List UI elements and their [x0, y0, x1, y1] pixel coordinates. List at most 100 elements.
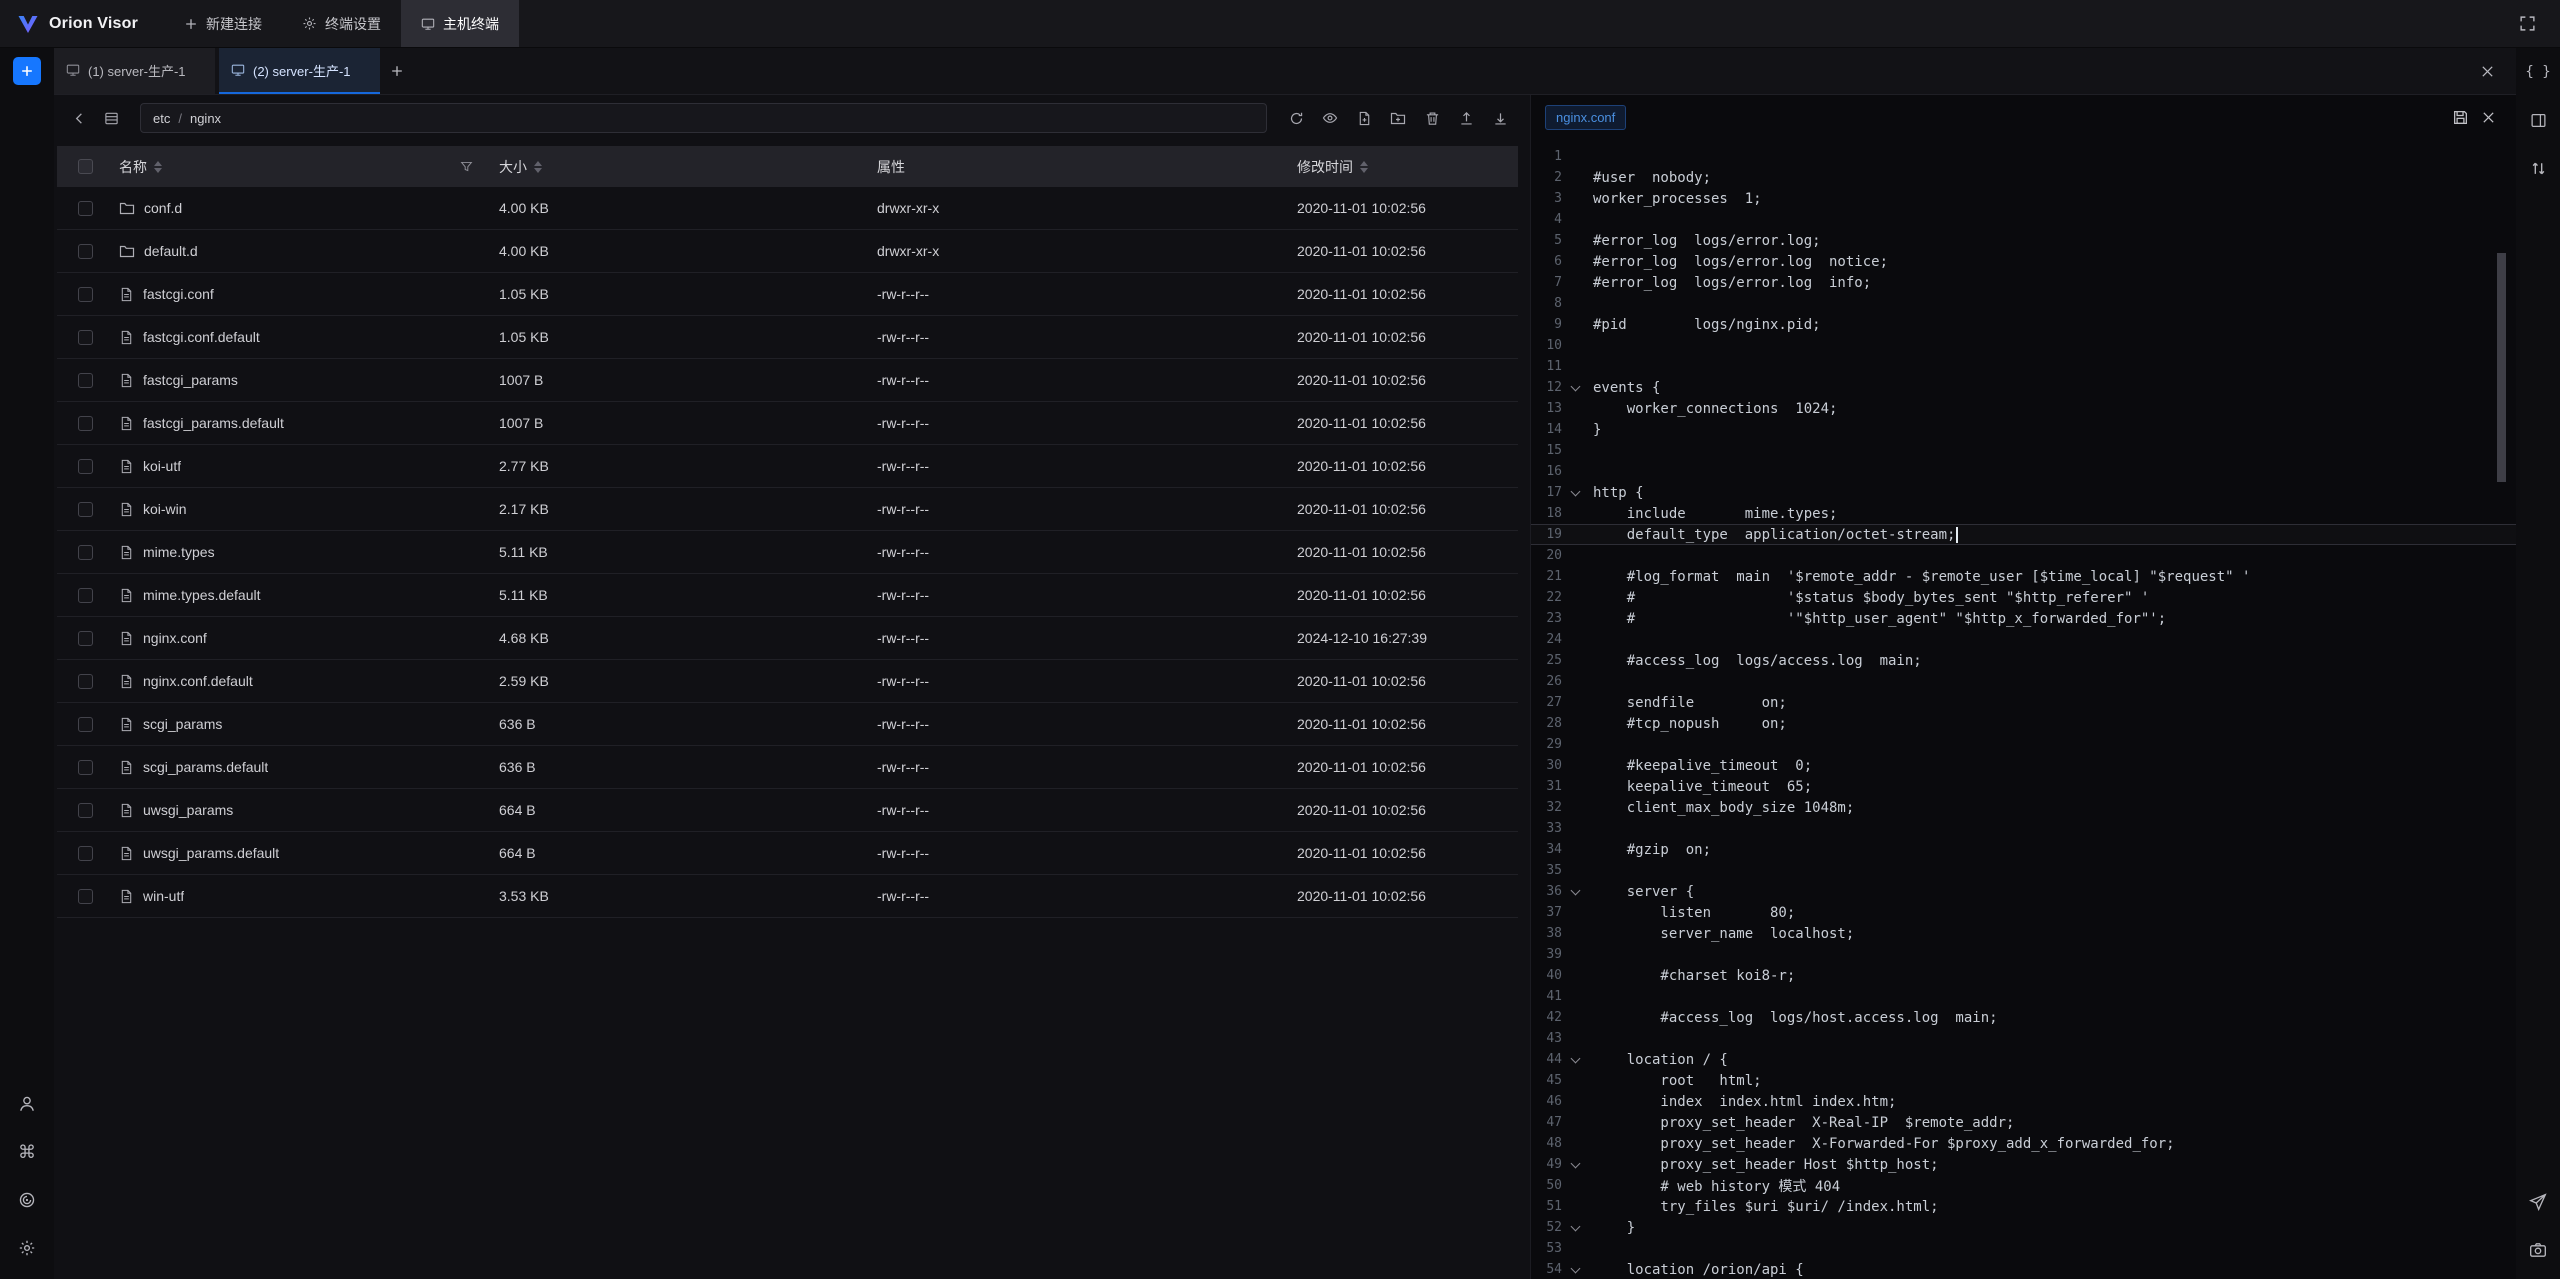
- fold-chevron-icon[interactable]: [1569, 381, 1583, 395]
- code-line[interactable]: 16: [1531, 461, 2516, 482]
- row-checkbox[interactable]: [78, 373, 93, 388]
- code-line[interactable]: 27 sendfile on;: [1531, 692, 2516, 713]
- download-icon[interactable]: [1487, 105, 1513, 131]
- file-name[interactable]: fastcgi_params: [143, 372, 238, 388]
- code-line[interactable]: 30 #keepalive_timeout 0;: [1531, 755, 2516, 776]
- row-checkbox[interactable]: [78, 674, 93, 689]
- nav-item-0[interactable]: 新建连接: [164, 0, 282, 47]
- code-line[interactable]: 14 }: [1531, 419, 2516, 440]
- row-checkbox[interactable]: [78, 889, 93, 904]
- code-line[interactable]: 19 default_type application/octet-stream…: [1531, 524, 2516, 545]
- file-name[interactable]: mime.types: [143, 544, 215, 560]
- file-name[interactable]: uwsgi_params.default: [143, 845, 279, 861]
- file-name[interactable]: koi-utf: [143, 458, 181, 474]
- upload-icon[interactable]: [1453, 105, 1479, 131]
- file-name[interactable]: conf.d: [144, 200, 182, 216]
- code-line[interactable]: 33: [1531, 818, 2516, 839]
- code-line[interactable]: 47 proxy_set_header X-Real-IP $remote_ad…: [1531, 1112, 2516, 1133]
- code-line[interactable]: 11: [1531, 356, 2516, 377]
- code-line[interactable]: 34 #gzip on;: [1531, 839, 2516, 860]
- back-icon[interactable]: [66, 105, 92, 131]
- file-name[interactable]: fastcgi.conf: [143, 286, 214, 302]
- panel-layout-icon[interactable]: [2521, 103, 2555, 137]
- circle-logo-icon[interactable]: [10, 1183, 44, 1217]
- column-size-label[interactable]: 大小: [499, 157, 527, 177]
- code-line[interactable]: 44 location / {: [1531, 1049, 2516, 1070]
- code-line[interactable]: 53: [1531, 1238, 2516, 1259]
- open-file-chip[interactable]: nginx.conf: [1545, 105, 1626, 130]
- file-table-row[interactable]: mime.types.default 5.11 KB -rw-r--r-- 20…: [57, 574, 1518, 617]
- file-table-row[interactable]: scgi_params.default 636 B -rw-r--r-- 202…: [57, 746, 1518, 789]
- row-checkbox[interactable]: [78, 416, 93, 431]
- code-line[interactable]: 5 #error_log logs/error.log;: [1531, 230, 2516, 251]
- code-line[interactable]: 25 #access_log logs/access.log main;: [1531, 650, 2516, 671]
- file-table-row[interactable]: nginx.conf 4.68 KB -rw-r--r-- 2024-12-10…: [57, 617, 1518, 660]
- code-line[interactable]: 38 server_name localhost;: [1531, 923, 2516, 944]
- select-all-checkbox[interactable]: [78, 159, 93, 174]
- code-line[interactable]: 46 index index.html index.htm;: [1531, 1091, 2516, 1112]
- show-hidden-eye-icon[interactable]: [1317, 105, 1343, 131]
- file-table-row[interactable]: win-utf 3.53 KB -rw-r--r-- 2020-11-01 10…: [57, 875, 1518, 918]
- sort-mtime-icon[interactable]: [1360, 161, 1368, 173]
- sort-size-icon[interactable]: [534, 161, 542, 173]
- fold-chevron-icon[interactable]: [1569, 1158, 1583, 1172]
- code-line[interactable]: 42 #access_log logs/host.access.log main…: [1531, 1007, 2516, 1028]
- column-mtime-label[interactable]: 修改时间: [1297, 157, 1353, 177]
- code-line[interactable]: 18 include mime.types;: [1531, 503, 2516, 524]
- row-checkbox[interactable]: [78, 502, 93, 517]
- code-line[interactable]: 40 #charset koi8-r;: [1531, 965, 2516, 986]
- close-editor-icon[interactable]: [2474, 104, 2502, 132]
- file-name[interactable]: fastcgi.conf.default: [143, 329, 260, 345]
- fold-chevron-icon[interactable]: [1569, 1263, 1583, 1277]
- code-line[interactable]: 41: [1531, 986, 2516, 1007]
- camera-icon[interactable]: [2521, 1233, 2555, 1267]
- add-tab-button[interactable]: [380, 48, 414, 94]
- row-checkbox[interactable]: [78, 545, 93, 560]
- file-name[interactable]: win-utf: [143, 888, 184, 904]
- code-line[interactable]: 8: [1531, 293, 2516, 314]
- code-line[interactable]: 24: [1531, 629, 2516, 650]
- code-line[interactable]: 20: [1531, 545, 2516, 566]
- new-folder-icon[interactable]: [1385, 105, 1411, 131]
- file-table-row[interactable]: conf.d 4.00 KB drwxr-xr-x 2020-11-01 10:…: [57, 187, 1518, 230]
- file-name[interactable]: uwsgi_params: [143, 802, 233, 818]
- code-line[interactable]: 36 server {: [1531, 881, 2516, 902]
- file-name[interactable]: scgi_params.default: [143, 759, 268, 775]
- refresh-icon[interactable]: [1283, 105, 1309, 131]
- code-line[interactable]: 50 # web history 模式 404: [1531, 1175, 2516, 1196]
- file-table-row[interactable]: uwsgi_params 664 B -rw-r--r-- 2020-11-01…: [57, 789, 1518, 832]
- file-table-row[interactable]: scgi_params 636 B -rw-r--r-- 2020-11-01 …: [57, 703, 1518, 746]
- code-line[interactable]: 2 #user nobody;: [1531, 167, 2516, 188]
- braces-icon[interactable]: { }: [2521, 55, 2555, 89]
- file-table-row[interactable]: nginx.conf.default 2.59 KB -rw-r--r-- 20…: [57, 660, 1518, 703]
- code-line[interactable]: 45 root html;: [1531, 1070, 2516, 1091]
- code-line[interactable]: 1: [1531, 146, 2516, 167]
- nav-item-2[interactable]: 主机终端: [401, 0, 519, 47]
- paper-plane-icon[interactable]: [2521, 1185, 2555, 1219]
- terminal-tab-0[interactable]: (1) server-生产-1: [54, 48, 215, 94]
- code-line[interactable]: 13 worker_connections 1024;: [1531, 398, 2516, 419]
- code-line[interactable]: 35: [1531, 860, 2516, 881]
- row-checkbox[interactable]: [78, 803, 93, 818]
- code-line[interactable]: 39: [1531, 944, 2516, 965]
- file-table-row[interactable]: koi-utf 2.77 KB -rw-r--r-- 2020-11-01 10…: [57, 445, 1518, 488]
- file-table-row[interactable]: fastcgi.conf 1.05 KB -rw-r--r-- 2020-11-…: [57, 273, 1518, 316]
- breadcrumb-item-nginx[interactable]: nginx: [190, 111, 221, 126]
- fold-chevron-icon[interactable]: [1569, 1221, 1583, 1235]
- row-checkbox[interactable]: [78, 717, 93, 732]
- code-line[interactable]: 26: [1531, 671, 2516, 692]
- code-line[interactable]: 32 client_max_body_size 1048m;: [1531, 797, 2516, 818]
- row-checkbox[interactable]: [78, 244, 93, 259]
- code-line[interactable]: 7 #error_log logs/error.log info;: [1531, 272, 2516, 293]
- file-name[interactable]: fastcgi_params.default: [143, 415, 284, 431]
- file-name[interactable]: scgi_params: [143, 716, 222, 732]
- nav-item-1[interactable]: 终端设置: [282, 0, 401, 47]
- code-line[interactable]: 31 keepalive_timeout 65;: [1531, 776, 2516, 797]
- row-checkbox[interactable]: [78, 459, 93, 474]
- breadcrumb-item-etc[interactable]: etc: [153, 111, 170, 126]
- code-line[interactable]: 23 # '"$http_user_agent" "$http_x_forwar…: [1531, 608, 2516, 629]
- code-line[interactable]: 51 try_files $uri $uri/ /index.html;: [1531, 1196, 2516, 1217]
- row-checkbox[interactable]: [78, 631, 93, 646]
- code-line[interactable]: 49 proxy_set_header Host $http_host;: [1531, 1154, 2516, 1175]
- fold-chevron-icon[interactable]: [1569, 885, 1583, 899]
